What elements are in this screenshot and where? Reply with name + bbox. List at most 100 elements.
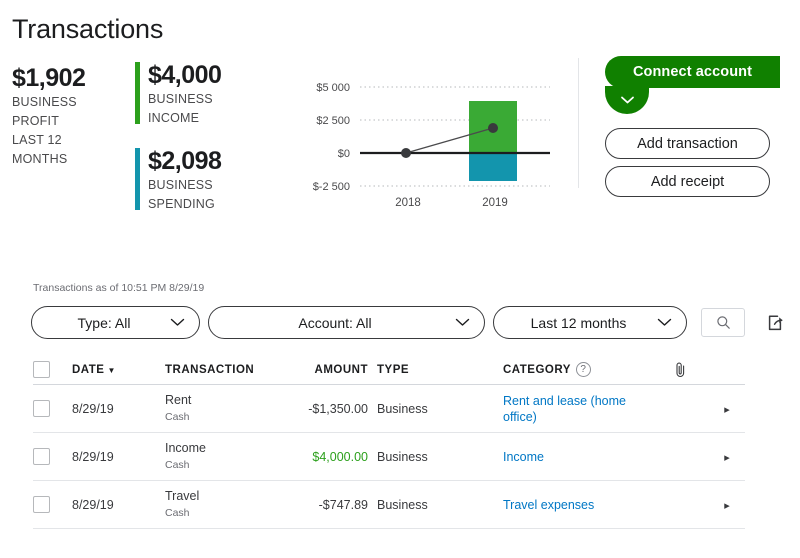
paperclip-icon <box>675 362 684 377</box>
section-divider <box>578 58 579 188</box>
transactions-table: DATE ▼ TRANSACTION AMOUNT TYPE CATEGORY ?… <box>33 355 745 529</box>
header-date[interactable]: DATE ▼ <box>72 364 165 376</box>
cell-date: 8/29/19 <box>72 449 114 464</box>
kpi-spending-label-1: BUSINESS <box>148 178 213 192</box>
transaction-account: Cash <box>165 507 190 519</box>
cell-transaction: Rent Cash <box>165 392 293 425</box>
filter-account-dropdown[interactable]: Account: All <box>208 306 485 339</box>
filter-account-label: Account: All <box>298 314 372 331</box>
kpi-income-label-2: INCOME <box>148 111 200 125</box>
chevron-right-icon: ▸ <box>724 499 730 512</box>
kpi-business-spending: $2,098 BUSINESS SPENDING <box>135 146 255 214</box>
chevron-down-icon <box>455 318 470 327</box>
row-checkbox[interactable] <box>33 400 50 417</box>
header-attachment[interactable] <box>663 361 697 378</box>
row-select-cell <box>33 448 72 465</box>
table-row[interactable]: 8/29/19 Travel Cash -$747.89 Business Travel … <box>33 481 745 529</box>
kpi-spending-accent-bar <box>135 148 140 210</box>
chevron-down-icon <box>620 96 634 104</box>
header-amount[interactable]: AMOUNT <box>293 364 368 376</box>
chart-bar-spending-2019 <box>469 153 517 181</box>
help-icon[interactable]: ? <box>575 362 591 377</box>
svg-text:$2 500: $2 500 <box>316 115 350 127</box>
cell-category: Rent and lease (home office) <box>503 393 663 425</box>
search-button[interactable] <box>701 308 745 337</box>
cell-amount: -$747.89 <box>318 497 368 512</box>
header-transaction[interactable]: TRANSACTION <box>165 364 293 376</box>
row-select-cell <box>33 400 72 417</box>
svg-text:2019: 2019 <box>482 197 508 209</box>
table-row[interactable]: 8/29/19 Income Cash $4,000.00 Business Income… <box>33 433 745 481</box>
connect-account-dropdown-button[interactable] <box>605 86 649 114</box>
kpi-business-profit: $1,902 BUSINESS PROFIT LAST 12 MONTHS <box>12 63 132 169</box>
cell-category: Income <box>503 449 663 465</box>
action-buttons: Connect account Add transaction Add rece… <box>605 56 800 197</box>
row-expand-button[interactable]: ▸ <box>697 450 757 464</box>
cell-type: Business <box>377 401 428 416</box>
cell-transaction: Income Cash <box>165 440 293 473</box>
kpi-profit-label-4: MONTHS <box>12 152 68 166</box>
kpi-income-amount: $4,000 <box>148 61 222 89</box>
kpi-income-label-1: BUSINESS <box>148 92 213 106</box>
chevron-right-icon: ▸ <box>724 403 730 416</box>
chevron-down-icon <box>657 318 672 327</box>
transactions-timestamp: Transactions as of 10:51 PM 8/29/19 <box>33 282 205 294</box>
filter-type-label: Type: All <box>77 314 131 331</box>
chart-x-tick-labels: 2018 2019 <box>395 197 508 209</box>
category-link[interactable]: Travel expenses <box>503 497 594 513</box>
table-row[interactable]: 8/29/19 Rent Cash -$1,350.00 Business Rent an… <box>33 385 745 433</box>
chart-profit-point-2019 <box>488 123 498 133</box>
transaction-name: Travel <box>165 489 200 503</box>
chart-gridlines <box>360 86 550 187</box>
filter-period-label: Last 12 months <box>530 314 627 331</box>
select-all-checkbox[interactable] <box>33 361 50 378</box>
kpi-business-income: $4,000 BUSINESS INCOME <box>135 60 255 128</box>
export-icon <box>768 315 783 331</box>
row-checkbox[interactable] <box>33 496 50 513</box>
row-expand-button[interactable]: ▸ <box>697 402 757 416</box>
filter-period-dropdown[interactable]: Last 12 months <box>493 306 687 339</box>
chart-y-tick-labels: $5 000 $2 500 $0 $-2 500 <box>313 82 350 193</box>
header-type[interactable]: TYPE <box>368 364 503 376</box>
table-header-row: DATE ▼ TRANSACTION AMOUNT TYPE CATEGORY ? <box>33 355 745 385</box>
header-category-label: CATEGORY <box>503 363 571 376</box>
transaction-name: Income <box>165 441 206 455</box>
row-expand-button[interactable]: ▸ <box>697 498 757 512</box>
transaction-name: Rent <box>165 393 192 407</box>
row-select-cell <box>33 496 72 513</box>
export-button[interactable] <box>762 309 790 337</box>
connect-account-button[interactable]: Connect account <box>605 56 780 88</box>
kpi-income-accent-bar <box>135 62 140 124</box>
cell-category: Travel expenses <box>503 497 663 513</box>
cell-amount: -$1,350.00 <box>308 401 368 416</box>
table-body: 8/29/19 Rent Cash -$1,350.00 Business Rent an… <box>33 385 745 529</box>
transaction-account: Cash <box>165 459 190 471</box>
cell-amount: $4,000.00 <box>312 449 368 464</box>
row-checkbox[interactable] <box>33 448 50 465</box>
select-all-cell <box>33 361 72 378</box>
cell-type: Business <box>377 497 428 512</box>
kpi-spending-amount: $2,098 <box>148 147 222 175</box>
add-transaction-button[interactable]: Add transaction <box>605 128 770 159</box>
kpi-stack: $4,000 BUSINESS INCOME $2,098 BUSINESS S… <box>135 60 255 214</box>
page-title: Transactions <box>12 14 164 44</box>
kpi-profit-label-1: BUSINESS <box>12 95 77 109</box>
cell-date: 8/29/19 <box>72 497 114 512</box>
transaction-account: Cash <box>165 411 190 423</box>
chart-profit-point-2018 <box>401 148 411 158</box>
cell-type: Business <box>377 449 428 464</box>
svg-text:$0: $0 <box>338 148 350 160</box>
category-link[interactable]: Rent and lease (home office) <box>503 393 663 425</box>
filter-type-dropdown[interactable]: Type: All <box>31 306 200 339</box>
header-category[interactable]: CATEGORY ? <box>503 362 663 377</box>
add-receipt-button[interactable]: Add receipt <box>605 166 770 197</box>
category-link[interactable]: Income <box>503 449 544 465</box>
cell-date: 8/29/19 <box>72 401 114 416</box>
kpi-profit-label-2: PROFIT <box>12 114 60 128</box>
kpi-profit-label-3: LAST 12 <box>12 133 62 147</box>
income-spending-chart: $5 000 $2 500 $0 $-2 500 2018 2019 <box>290 68 560 213</box>
kpi-profit-amount: $1,902 <box>12 64 86 92</box>
transactions-page: Transactions $1,902 BUSINESS PROFIT LAST… <box>0 0 800 558</box>
kpi-spending-label-2: SPENDING <box>148 197 215 211</box>
search-icon <box>716 316 730 329</box>
